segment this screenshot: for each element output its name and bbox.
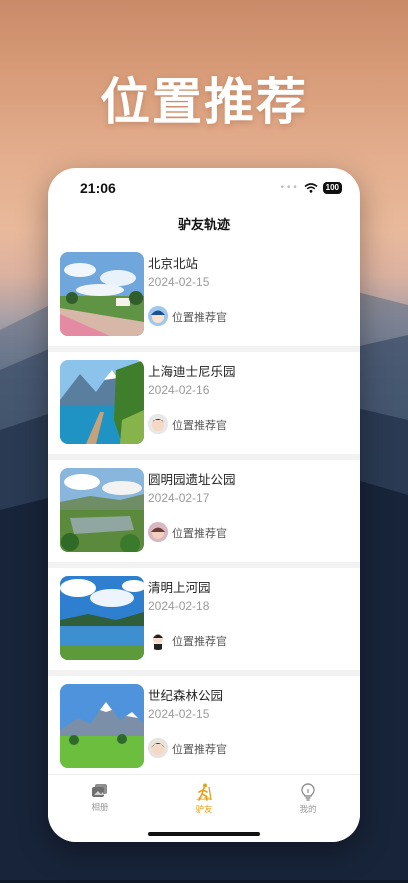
list-item[interactable]: 清明上河园 2024-02-18 位置推荐官 xyxy=(48,568,360,670)
nav-title: 驴友轨迹 xyxy=(177,218,230,233)
author-name: 位置推荐官 xyxy=(172,635,227,648)
album-icon xyxy=(92,784,107,797)
location-list: 北京北站 2024-02-15 位置推荐官 上海迪士尼乐园 2024-02-16… xyxy=(48,244,360,784)
page-headline: 位置推荐 xyxy=(100,73,308,131)
avatar xyxy=(148,306,168,326)
list-item[interactable]: 圆明园遗址公园 2024-02-17 位置推荐官 xyxy=(48,460,360,562)
phone-frame: 21:06 ••• 100 驴友轨迹 北京北站 2024-02-15 位置推荐官… xyxy=(48,168,360,842)
signal-icon: ••• xyxy=(279,183,299,193)
battery-icon: 100 xyxy=(322,182,342,194)
avatar xyxy=(148,414,168,434)
location-name: 世纪森林公园 xyxy=(148,688,224,703)
avatar xyxy=(148,738,168,758)
location-photo xyxy=(60,468,144,552)
location-date: 2024-02-15 xyxy=(148,707,210,721)
location-photo xyxy=(60,360,144,444)
avatar xyxy=(148,522,168,542)
hiker-icon xyxy=(196,783,212,801)
location-photo xyxy=(60,684,144,768)
list-item[interactable]: 世纪森林公园 2024-02-15 位置推荐官 xyxy=(48,676,360,778)
list-item[interactable]: 北京北站 2024-02-15 位置推荐官 xyxy=(48,244,360,346)
location-date: 2024-02-16 xyxy=(148,383,210,397)
tab-mine[interactable]: 我的 xyxy=(278,783,338,815)
location-name: 上海迪士尼乐园 xyxy=(148,364,236,379)
status-bar: 21:06 ••• 100 xyxy=(48,168,360,208)
tab-bar: 相册 驴友 我的 xyxy=(48,774,360,842)
tab-album[interactable]: 相册 xyxy=(70,783,130,813)
location-date: 2024-02-18 xyxy=(148,599,210,613)
location-name: 圆明园遗址公园 xyxy=(148,472,236,487)
status-time: 21:06 xyxy=(80,180,116,196)
tab-label: 相册 xyxy=(91,803,109,813)
location-date: 2024-02-17 xyxy=(148,491,210,505)
location-photo xyxy=(60,252,144,336)
tab-label: 驴友 xyxy=(195,805,213,815)
location-date: 2024-02-15 xyxy=(148,275,210,289)
avatar xyxy=(148,630,168,650)
location-name: 北京北站 xyxy=(148,256,199,271)
author-name: 位置推荐官 xyxy=(172,419,227,432)
location-photo xyxy=(60,576,144,660)
bulb-icon xyxy=(301,783,315,801)
author-name: 位置推荐官 xyxy=(172,527,227,540)
home-indicator[interactable] xyxy=(148,832,260,836)
tab-label: 我的 xyxy=(299,805,317,815)
wifi-icon xyxy=(304,183,318,193)
author-name: 位置推荐官 xyxy=(172,743,227,756)
location-name: 清明上河园 xyxy=(148,580,211,595)
tab-hiker[interactable]: 驴友 xyxy=(174,783,234,815)
author-name: 位置推荐官 xyxy=(172,311,227,324)
list-item[interactable]: 上海迪士尼乐园 2024-02-16 位置推荐官 xyxy=(48,352,360,454)
